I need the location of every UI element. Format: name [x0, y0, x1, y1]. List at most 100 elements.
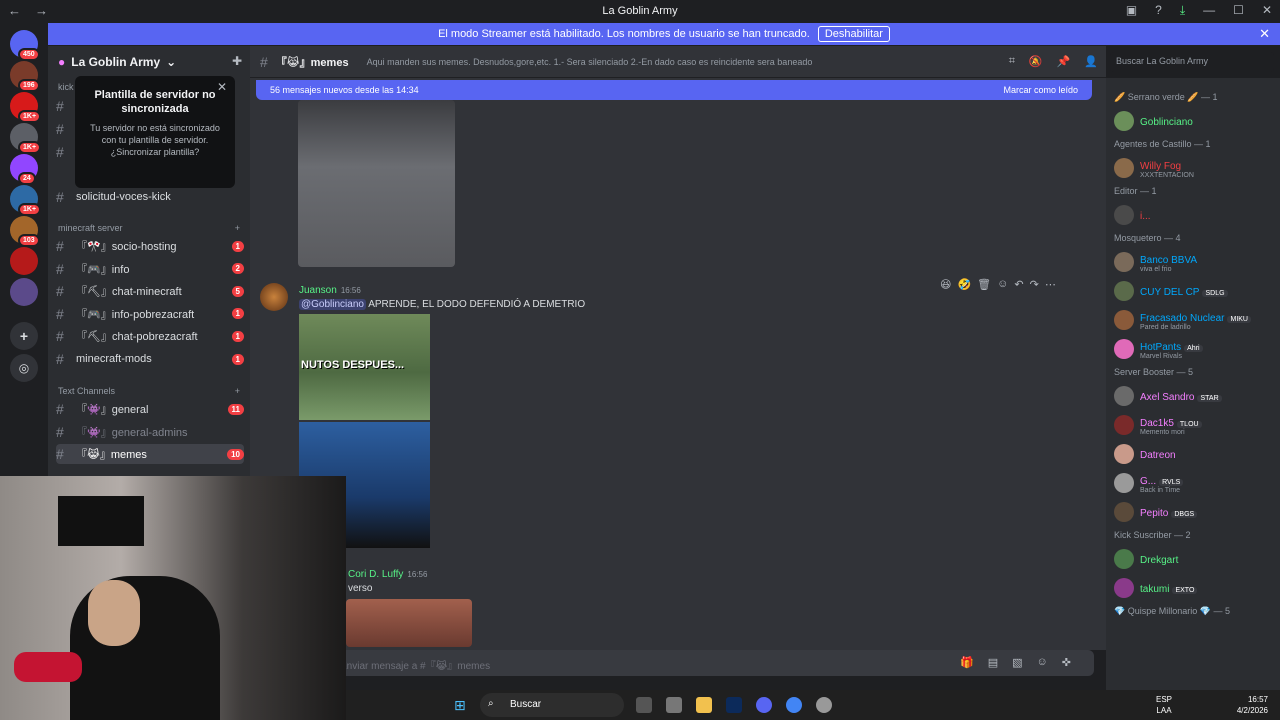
apps-icon[interactable]: ✜ — [1062, 656, 1071, 669]
member-item[interactable]: Dac1k5 TLOU Memento mori — [1114, 414, 1276, 436]
member-item[interactable]: i... — [1114, 204, 1276, 226]
file-explorer-icon[interactable] — [696, 697, 712, 713]
more-icon[interactable]: ⋯ — [1045, 278, 1056, 291]
lang-primary: ESP — [1155, 695, 1172, 704]
forward-icon[interactable]: ↷ — [1030, 278, 1039, 291]
banner-close-icon[interactable]: ✕ — [1259, 26, 1270, 42]
member-tag: TLOU — [1176, 420, 1202, 428]
channel-item[interactable]: # 『⛏』chat-minecraft 5 — [56, 281, 244, 301]
channel-topic[interactable]: Aqui manden sus memes. Desnudos,gore,etc… — [367, 57, 813, 67]
emoji-reaction-icon[interactable]: 🤣 — [957, 278, 971, 291]
threads-icon[interactable]: ⌗ — [1009, 55, 1015, 68]
maximize-icon[interactable]: ☐ — [1233, 3, 1244, 18]
chrome-icon[interactable] — [786, 697, 802, 713]
channel-item[interactable]: # 『⛏』chat-pobrezacraft 1 — [56, 326, 244, 346]
channel-item[interactable]: # 『🎮』info 2 — [56, 259, 244, 279]
discord-icon[interactable] — [756, 697, 772, 713]
forward-arrow-icon[interactable]: → — [35, 3, 48, 18]
add-channel-icon[interactable]: + — [235, 386, 240, 396]
avatar — [1114, 158, 1134, 178]
reply-icon[interactable]: ↶ — [1014, 278, 1023, 291]
taskbar-search[interactable]: ⌕ Buscar — [480, 693, 624, 717]
disable-streamer-button[interactable]: Deshabilitar — [817, 26, 890, 42]
minimize-icon[interactable]: — — [1203, 3, 1215, 18]
member-name: Banco BBVA — [1140, 254, 1198, 266]
message-author[interactable]: Juanson — [299, 285, 337, 296]
member-status: Pared de ladrillo — [1140, 323, 1191, 331]
channel-item[interactable]: # minecraft-mods 1 — [56, 349, 244, 369]
start-icon[interactable]: ⊞ — [454, 697, 466, 714]
channel-name: 『😹』memes — [275, 56, 349, 69]
emoji-reaction-icon[interactable]: 😆 — [940, 278, 951, 291]
member-item[interactable]: takumi EXTO — [1114, 577, 1276, 599]
channel-item[interactable]: # 『😹』memes 10 — [56, 444, 244, 465]
channel-label: 『👾』general-admins — [76, 426, 188, 439]
nav-buttons: ← → — [8, 3, 48, 18]
mark-read-button[interactable]: Marcar como leído — [1003, 85, 1078, 95]
sticker-icon[interactable]: ▧ — [1012, 656, 1022, 669]
notification-bell-icon[interactable]: 🔕 — [1029, 55, 1043, 68]
app-icon[interactable] — [666, 697, 682, 713]
template-sync-popup[interactable]: ✕ Plantilla de servidor no sincronizada … — [75, 76, 235, 188]
add-channel-icon[interactable]: + — [235, 223, 240, 233]
channel-item[interactable]: # 『🎮』info-pobrezacraft 1 — [56, 304, 244, 324]
help-icon[interactable]: ? — [1155, 3, 1162, 18]
download-icon[interactable]: ⤓ — [1180, 3, 1185, 18]
hash-icon: # — [56, 423, 64, 440]
member-item[interactable]: Datreon — [1114, 443, 1276, 465]
channel-item[interactable]: # 『👾』general-admins — [56, 422, 244, 442]
member-tag: STAR — [1197, 395, 1222, 402]
add-server-icon[interactable]: + — [10, 322, 38, 350]
guild-icon[interactable] — [10, 278, 38, 306]
member-item[interactable]: Fracasado Nuclear MIKU Pared de ladrillo — [1114, 309, 1276, 331]
member-item[interactable]: Pepito DBGS — [1114, 501, 1276, 523]
emoji-reaction-icon[interactable]: 🗑 — [977, 278, 991, 291]
category-text-channels[interactable]: Text Channels + — [58, 386, 240, 396]
gif-icon[interactable]: ▤ — [988, 656, 998, 669]
pin-icon[interactable]: 📌 — [1057, 55, 1071, 68]
search-input[interactable]: Buscar La Goblin Army — [1110, 52, 1274, 72]
clock[interactable]: 16:57 4/2/2026 — [1237, 694, 1268, 716]
emoji-icon[interactable]: ☺ — [1037, 656, 1048, 669]
invite-icon[interactable]: ✚ — [232, 54, 242, 68]
channel-solicitud-voces-kick[interactable]: # solicitud-voces-kick — [56, 187, 244, 207]
back-arrow-icon[interactable]: ← — [8, 3, 21, 18]
server-header[interactable]: ● La Goblin Army ⌄ ✚ — [48, 46, 250, 78]
member-item[interactable]: Axel Sandro STAR — [1114, 385, 1276, 407]
category-minecraft[interactable]: minecraft server + — [58, 223, 240, 233]
new-messages-bar[interactable]: 56 mensajes nuevos desde las 14:34 Marca… — [256, 80, 1092, 100]
channel-item[interactable]: # 『👾』general 11 — [56, 399, 244, 419]
add-reaction-icon[interactable]: ☺ — [997, 278, 1008, 290]
member-item[interactable]: HotPants Ahri Marvel Rivals — [1114, 338, 1276, 360]
image-attachment[interactable] — [346, 599, 472, 647]
member-item[interactable]: Willy Fog XXXTENTACION — [1114, 157, 1276, 179]
member-item[interactable]: Goblinciano — [1114, 110, 1276, 132]
member-item[interactable]: CUY DEL CP SDLG — [1114, 280, 1276, 302]
photoshop-icon[interactable] — [726, 697, 742, 713]
channel-label: 『😹』memes — [76, 449, 147, 462]
gift-icon[interactable]: 🎁 — [960, 656, 974, 669]
close-icon[interactable]: ✕ — [217, 80, 227, 94]
member-item[interactable]: Drekgart — [1114, 548, 1276, 570]
message-author[interactable]: Cori D. Luffy — [348, 569, 403, 580]
member-item[interactable]: G... RVLS Back in Time — [1114, 472, 1276, 494]
task-view-icon[interactable] — [636, 697, 652, 713]
inbox-icon[interactable]: ▣ — [1126, 3, 1137, 18]
discover-icon[interactable]: ◎ — [10, 354, 38, 382]
unread-badge: 1 — [231, 353, 244, 365]
language-indicator[interactable]: ESP LAA — [1156, 694, 1172, 716]
members-icon[interactable]: 👤 — [1084, 55, 1098, 68]
close-icon[interactable]: ✕ — [1262, 3, 1272, 18]
member-item[interactable]: Banco BBVA viva el frio — [1114, 251, 1276, 273]
image-attachment[interactable]: NUTOS DESPUES... — [299, 314, 430, 420]
message-author-line: Juanson 16:56 — [299, 285, 361, 296]
avatar[interactable] — [260, 283, 288, 311]
guild-icon[interactable] — [10, 247, 38, 275]
channel-item[interactable]: # 『🎌』socio-hosting 1 — [56, 236, 244, 256]
video-attachment[interactable] — [298, 100, 455, 267]
user-mention[interactable]: @Goblinciano — [299, 299, 366, 310]
tv-object — [58, 496, 144, 546]
member-info: HotPants Ahri Marvel Rivals — [1140, 339, 1203, 360]
app-icon[interactable] — [816, 697, 832, 713]
avatar — [1114, 473, 1134, 493]
